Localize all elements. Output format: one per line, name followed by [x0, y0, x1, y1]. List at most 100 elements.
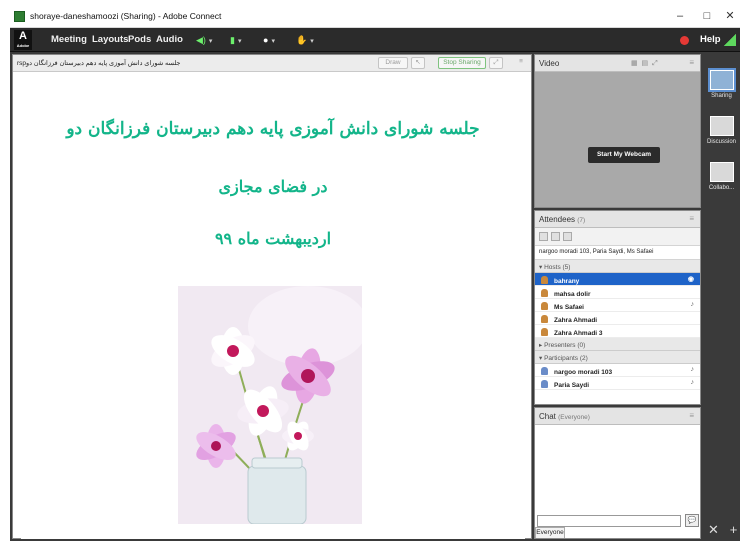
chat-pod: Chat (Everyone) ≡ 💬 Everyone	[534, 407, 701, 539]
video-area: Start My Webcam	[535, 72, 700, 207]
camera-control[interactable]: ● ▾	[263, 33, 275, 47]
speaker-control[interactable]: ◀) ▾	[196, 33, 212, 47]
draw-button[interactable]: Draw	[378, 57, 408, 69]
stop-sharing-button[interactable]: Stop Sharing	[438, 57, 486, 69]
app-icon	[14, 11, 25, 22]
attendee-name: Zahra Ahmadi	[554, 317, 598, 324]
slide-title-line: جلسه شورای دانش آموزی پایه دهم دبیرستان …	[66, 119, 480, 139]
attendee-row[interactable]: Zahra Ahmadi 3	[535, 325, 700, 338]
hosts-group-header[interactable]: ▾ Hosts (5)	[535, 260, 700, 273]
status-icon: ◉	[687, 276, 694, 283]
microphone-control[interactable]: ▮ ▾	[230, 33, 241, 47]
layout-thumbnail-icon	[709, 116, 734, 136]
layout-thumbnail-icon	[707, 68, 736, 92]
participants-group-header[interactable]: ▾ Participants (2)	[535, 351, 700, 364]
attendee-row[interactable]: mahsa dolir	[535, 286, 700, 299]
add-layout-icon[interactable]: +	[730, 522, 738, 537]
menu-layouts[interactable]: Layouts	[92, 34, 128, 45]
chat-messages	[535, 425, 700, 512]
participant-avatar-icon	[541, 380, 548, 388]
attendees-pod: Attendees (7) ≡ nargoo moradi 103, Paria…	[534, 210, 701, 405]
hosts-group-label: Hosts (5)	[544, 264, 571, 271]
layout-sharing[interactable]: Sharing	[706, 68, 737, 99]
layout-tools: ✕ +	[708, 522, 737, 538]
layout-collaboration[interactable]: Collabo...	[706, 162, 737, 191]
adobe-connect-window: shoraye-daneshamoozi (Sharing) - Adobe C…	[10, 6, 740, 541]
attendee-row[interactable]: Ms Safaei ♪	[535, 299, 700, 312]
raise-hand-icon: ✋	[296, 35, 308, 45]
menu-bar: A Adobe Meeting Layouts Pods Audio ◀) ▾ ▮…	[10, 28, 740, 52]
attendee-row[interactable]: Zahra Ahmadi	[535, 312, 700, 325]
shared-document-title: rspجلسه شورای دانش آموزی پایه دهم دبیرست…	[17, 60, 181, 67]
camera-icon: ●	[263, 35, 269, 45]
raise-hand-control[interactable]: ✋ ▾	[296, 33, 314, 47]
pod-options-icon[interactable]: ≡	[515, 57, 527, 69]
attendee-name: Zahra Ahmadi 3	[554, 330, 603, 337]
microphone-icon: ♪	[690, 379, 695, 386]
attendees-title-text: Attendees	[539, 215, 576, 224]
video-pod-header: Video ▦ ▤ ⤢ ≡	[535, 55, 700, 72]
layouts-bar: Sharing Discussion Collabo... ✕ +	[703, 54, 740, 541]
list-view-icon[interactable]	[539, 232, 548, 241]
pod-options-icon[interactable]: ≡	[689, 214, 694, 223]
microphone-icon: ♪	[690, 366, 695, 373]
attendees-count: (7)	[577, 217, 586, 224]
layout-label: Collabo...	[708, 185, 735, 191]
menu-audio[interactable]: Audio	[156, 34, 183, 45]
presenters-group-header[interactable]: ▸ Presenters (0)	[535, 338, 700, 351]
help-menu[interactable]: Help	[700, 34, 721, 45]
share-pod-header: rspجلسه شورای دانش آموزی پایه دهم دبیرست…	[13, 55, 531, 72]
layout-label: Discussion	[706, 139, 736, 145]
attendees-pod-header: Attendees (7) ≡	[535, 211, 700, 228]
adobe-logo: A Adobe	[14, 30, 32, 50]
layout-discussion[interactable]: Discussion	[706, 116, 737, 145]
speaker-icon: ◀)	[196, 35, 206, 45]
participant-avatar-icon	[541, 367, 548, 375]
recording-indicator-icon[interactable]	[680, 36, 689, 45]
menu-pods[interactable]: Pods	[128, 34, 151, 45]
microphone-icon: ♪	[690, 301, 695, 308]
attendee-name: Ms Safaei	[554, 304, 584, 311]
host-avatar-icon	[541, 276, 548, 284]
pod-options-icon[interactable]: ≡	[689, 58, 694, 67]
pointer-tool-icon[interactable]: ↖	[411, 57, 425, 69]
attendee-row[interactable]: Paria Saydi ♪	[535, 377, 700, 390]
video-pod: Video ▦ ▤ ⤢ ≡ Start My Webcam	[534, 54, 701, 208]
slide-date-line: اردیبهشت ماه ۹۹	[214, 229, 332, 248]
attendee-name: mahsa dolir	[554, 291, 591, 298]
chevron-down-icon: ▾	[271, 38, 275, 45]
chevron-down-icon: ▾	[237, 38, 242, 45]
attendee-name: Paria Saydi	[554, 382, 590, 389]
attendee-row[interactable]: nargoo moradi 103 ♪	[535, 364, 700, 377]
attendees-pod-title: Attendees (7)	[539, 215, 585, 224]
logo-subtext: Adobe	[16, 43, 30, 48]
chat-pod-title: Chat (Everyone)	[539, 412, 590, 421]
slide-subtitle-line: در فضای مجازی	[218, 177, 328, 196]
pod-options-icon[interactable]: ≡	[689, 411, 694, 420]
fullscreen-icon[interactable]: ⤢	[489, 57, 503, 69]
expand-view-icon[interactable]	[551, 232, 560, 241]
remove-layout-icon[interactable]: ✕	[708, 522, 719, 537]
chevron-down-icon: ▾	[310, 38, 314, 45]
menu-meeting[interactable]: Meeting	[51, 34, 87, 45]
chat-message-input[interactable]	[537, 515, 681, 527]
attendee-name: nargoo moradi 103	[554, 369, 613, 376]
attendees-toolbar	[535, 228, 700, 246]
start-webcam-button[interactable]: Start My Webcam	[588, 147, 660, 163]
status-view-icon[interactable]	[563, 232, 572, 241]
attendee-name: bahrany	[554, 278, 580, 285]
share-pod: rspجلسه شورای دانش آموزی پایه دهم دبیرست…	[12, 54, 532, 539]
presenters-group-label: Presenters (0)	[544, 342, 586, 349]
send-message-icon[interactable]: 💬	[685, 514, 699, 527]
attendee-row[interactable]: bahrany ◉	[535, 273, 700, 286]
video-layout-icons[interactable]: ▦ ▤ ⤢	[631, 59, 659, 68]
close-button[interactable]: ✕	[720, 9, 740, 24]
chat-tab-everyone[interactable]: Everyone	[535, 527, 565, 538]
maximize-button[interactable]: □	[697, 9, 717, 24]
chat-scope: (Everyone)	[558, 414, 590, 421]
video-pod-title: Video	[539, 59, 560, 68]
logo-letter: A	[19, 30, 27, 42]
flower-vase-illustration	[178, 286, 362, 524]
shared-slide: جلسه شورای دانش آموزی پایه دهم دبیرستان …	[21, 74, 525, 539]
minimize-button[interactable]: –	[670, 9, 690, 24]
